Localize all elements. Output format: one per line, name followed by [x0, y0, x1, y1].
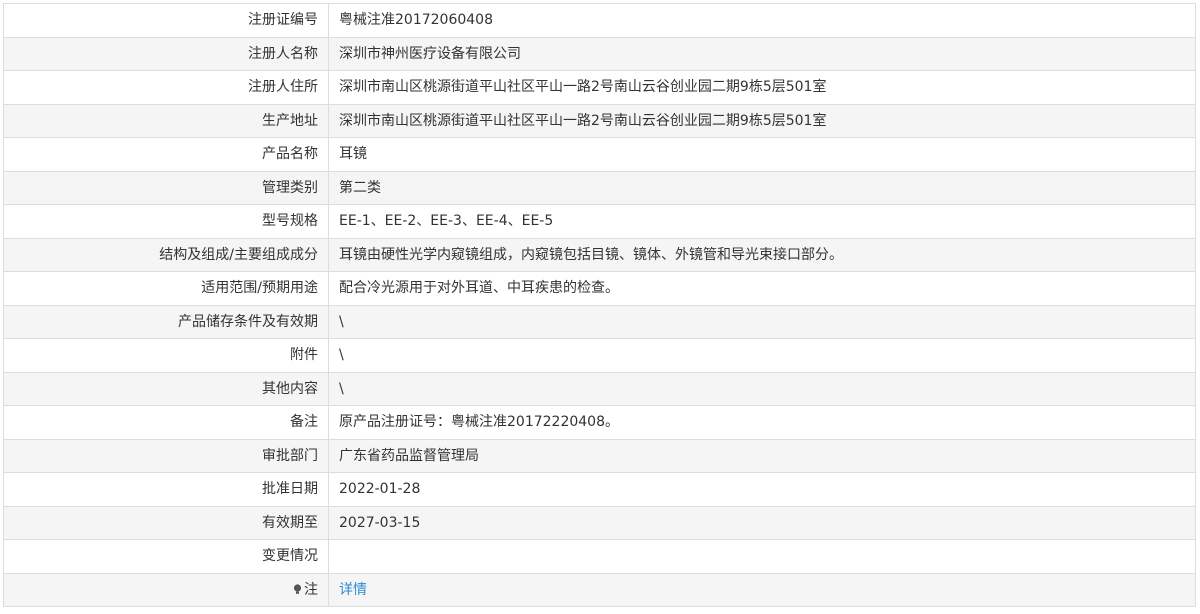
registration-detail-table: 注册证编号 粤械注准20172060408 注册人名称 深圳市神州医疗设备有限公…: [3, 3, 1196, 607]
row-value-product-name: 耳镜: [328, 137, 1196, 172]
row-label-approval-department: 审批部门: [3, 438, 329, 473]
row-label-note: 注: [3, 572, 329, 607]
row-value-remarks: 原产品注册证号：粤械注准20172220408。: [328, 405, 1196, 440]
table-row: 型号规格 EE-1、EE-2、EE-3、EE-4、EE-5: [3, 204, 1196, 239]
row-value-model-spec: EE-1、EE-2、EE-3、EE-4、EE-5: [328, 204, 1196, 239]
table-row: 注册人住所 深圳市南山区桃源街道平山社区平山一路2号南山云谷创业园二期9栋5层5…: [3, 70, 1196, 105]
row-value-other-content: \: [328, 371, 1196, 406]
table-row: 注册证编号 粤械注准20172060408: [3, 3, 1196, 38]
row-value-registration-number: 粤械注准20172060408: [328, 3, 1196, 38]
row-value-registrant-name: 深圳市神州医疗设备有限公司: [328, 36, 1196, 71]
row-label-registration-number: 注册证编号: [3, 3, 329, 38]
row-value-approval-department: 广东省药品监督管理局: [328, 438, 1196, 473]
row-label-management-class: 管理类别: [3, 170, 329, 205]
table-row: 其他内容 \: [3, 371, 1196, 406]
row-label-change-history: 变更情况: [3, 539, 329, 574]
row-label-other-content: 其他内容: [3, 371, 329, 406]
row-label-attachments: 附件: [3, 338, 329, 373]
table-row: 审批部门 广东省药品监督管理局: [3, 438, 1196, 473]
row-value-approval-date: 2022-01-28: [328, 472, 1196, 507]
row-label-structure-composition: 结构及组成/主要组成成分: [3, 237, 329, 272]
table-row: 注册人名称 深圳市神州医疗设备有限公司: [3, 36, 1196, 71]
row-value-management-class: 第二类: [328, 170, 1196, 205]
row-label-registrant-address: 注册人住所: [3, 70, 329, 105]
table-row: 批准日期 2022-01-28: [3, 472, 1196, 507]
row-label-remarks: 备注: [3, 405, 329, 440]
table-row: 有效期至 2027-03-15: [3, 505, 1196, 540]
table-row: 结构及组成/主要组成成分 耳镜由硬性光学内窥镜组成，内窥镜包括目镜、镜体、外镜管…: [3, 237, 1196, 272]
table-row: 备注 原产品注册证号：粤械注准20172220408。: [3, 405, 1196, 440]
row-label-approval-date: 批准日期: [3, 472, 329, 507]
row-label-valid-until: 有效期至: [3, 505, 329, 540]
note-bulb-icon: [293, 584, 302, 594]
row-value-valid-until: 2027-03-15: [328, 505, 1196, 540]
table-row: 适用范围/预期用途 配合冷光源用于对外耳道、中耳疾患的检查。: [3, 271, 1196, 306]
table-row: 附件 \: [3, 338, 1196, 373]
row-value-structure-composition: 耳镜由硬性光学内窥镜组成，内窥镜包括目镜、镜体、外镜管和导光束接口部分。: [328, 237, 1196, 272]
row-value-note: 详情: [328, 572, 1196, 607]
note-label: 注: [304, 581, 318, 598]
table-row: 管理类别 第二类: [3, 170, 1196, 205]
table-row: 注 详情: [3, 572, 1196, 607]
row-value-attachments: \: [328, 338, 1196, 373]
table-row: 产品名称 耳镜: [3, 137, 1196, 172]
row-label-model-spec: 型号规格: [3, 204, 329, 239]
row-label-registrant-name: 注册人名称: [3, 36, 329, 71]
row-value-registrant-address: 深圳市南山区桃源街道平山社区平山一路2号南山云谷创业园二期9栋5层501室: [328, 70, 1196, 105]
table-row: 生产地址 深圳市南山区桃源街道平山社区平山一路2号南山云谷创业园二期9栋5层50…: [3, 103, 1196, 138]
row-label-intended-use: 适用范围/预期用途: [3, 271, 329, 306]
row-label-product-name: 产品名称: [3, 137, 329, 172]
details-link[interactable]: 详情: [339, 582, 367, 598]
row-label-storage-validity: 产品储存条件及有效期: [3, 304, 329, 339]
row-value-intended-use: 配合冷光源用于对外耳道、中耳疾患的检查。: [328, 271, 1196, 306]
row-label-production-address: 生产地址: [3, 103, 329, 138]
table-row: 产品储存条件及有效期 \: [3, 304, 1196, 339]
table-row: 变更情况: [3, 539, 1196, 574]
row-value-production-address: 深圳市南山区桃源街道平山社区平山一路2号南山云谷创业园二期9栋5层501室: [328, 103, 1196, 138]
row-value-change-history: [328, 539, 1196, 574]
row-value-storage-validity: \: [328, 304, 1196, 339]
